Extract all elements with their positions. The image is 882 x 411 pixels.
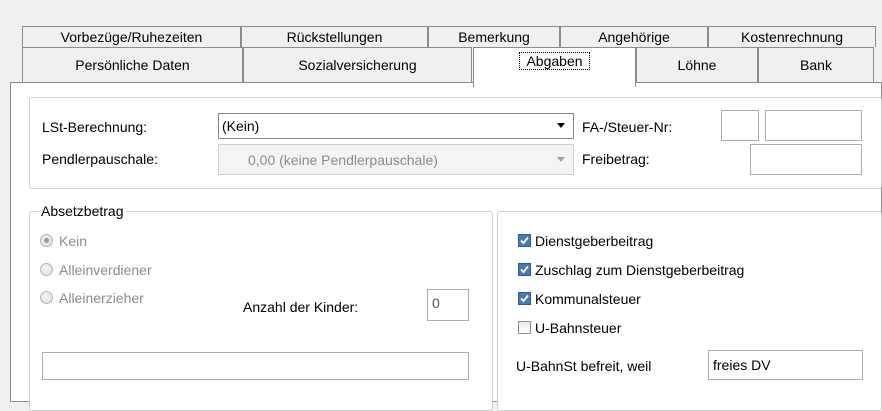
kommunalsteuer-label: Kommunalsteuer bbox=[535, 291, 641, 307]
checkmark-icon bbox=[520, 294, 529, 303]
radio-alleinerzieher[interactable] bbox=[40, 291, 53, 304]
tab-bank[interactable]: Bank bbox=[758, 47, 874, 83]
fa-nr-field[interactable] bbox=[721, 110, 759, 141]
checkbox-ubahnsteuer[interactable] bbox=[518, 321, 531, 334]
tab-angehoerige[interactable]: Angehörige bbox=[560, 26, 708, 47]
kinder-field[interactable]: 0 bbox=[427, 289, 469, 321]
tab-kostenrechnung[interactable]: Kostenrechnung bbox=[708, 26, 876, 47]
freibetrag-field[interactable] bbox=[750, 144, 862, 175]
radio-alleinverdiener[interactable] bbox=[40, 263, 53, 276]
lst-label: LSt-Berechnung: bbox=[42, 119, 148, 135]
abgaben-panel: LSt-Berechnung: (Kein) Pendlerpauschale:… bbox=[10, 82, 882, 411]
ubahn-befreit-field[interactable]: freies DV bbox=[708, 350, 863, 380]
kinder-label: Anzahl der Kinder: bbox=[243, 299, 359, 315]
checkbox-dienstgeberbeitrag[interactable] bbox=[518, 234, 531, 247]
absetzbetrag-group: Absetzbetrag Kein Alleinverdiener Allein… bbox=[29, 203, 493, 411]
tab-persoenliche-daten[interactable]: Persönliche Daten bbox=[22, 47, 243, 83]
pendler-select[interactable]: 0,00 (keine Pendlerpauschale) bbox=[218, 144, 574, 175]
tab-bemerkung[interactable]: Bemerkung bbox=[428, 26, 560, 47]
absetzbetrag-legend: Absetzbetrag bbox=[39, 203, 126, 219]
pendler-label: Pendlerpauschale: bbox=[42, 151, 158, 167]
abgaben-checkbox-group: Dienstgeberbeitrag Zuschlag zum Dienstge… bbox=[497, 211, 882, 411]
steuer-nr-field[interactable] bbox=[765, 110, 862, 141]
steuer-group: LSt-Berechnung: (Kein) Pendlerpauschale:… bbox=[29, 97, 882, 189]
ubahn-befreit-label: U-BahnSt befreit, weil bbox=[516, 358, 652, 374]
tab-vorbezuege[interactable]: Vorbezüge/Ruhezeiten bbox=[22, 26, 241, 47]
absetzbetrag-text-field[interactable] bbox=[42, 352, 469, 380]
dienstgeberbeitrag-label: Dienstgeberbeitrag bbox=[535, 233, 654, 249]
tab-sozialversicherung[interactable]: Sozialversicherung bbox=[243, 47, 472, 83]
fa-steuer-label: FA-/Steuer-Nr: bbox=[582, 119, 673, 135]
checkmark-icon bbox=[520, 265, 529, 274]
lst-select[interactable]: (Kein) bbox=[218, 113, 574, 139]
chevron-down-icon bbox=[557, 156, 565, 162]
zuschlag-label: Zuschlag zum Dienstgeberbeitrag bbox=[535, 262, 745, 278]
ubahnsteuer-label: U-Bahnsteuer bbox=[535, 320, 622, 336]
checkbox-zuschlag[interactable] bbox=[518, 263, 531, 276]
radio-alleinverdiener-label: Alleinverdiener bbox=[59, 262, 152, 278]
checkbox-kommunalsteuer[interactable] bbox=[518, 292, 531, 305]
tab-rueckstellungen[interactable]: Rückstellungen bbox=[241, 26, 428, 47]
checkmark-icon bbox=[520, 236, 529, 245]
chevron-down-icon bbox=[557, 123, 565, 128]
freibetrag-label: Freibetrag: bbox=[582, 151, 650, 167]
radio-kein-label: Kein bbox=[59, 233, 88, 249]
tab-loehne[interactable]: Löhne bbox=[636, 47, 758, 83]
radio-alleinerzieher-label: Alleinerzieher bbox=[59, 290, 144, 306]
radio-kein[interactable] bbox=[40, 234, 53, 247]
tab-abgaben[interactable]: Abgaben bbox=[473, 47, 636, 87]
